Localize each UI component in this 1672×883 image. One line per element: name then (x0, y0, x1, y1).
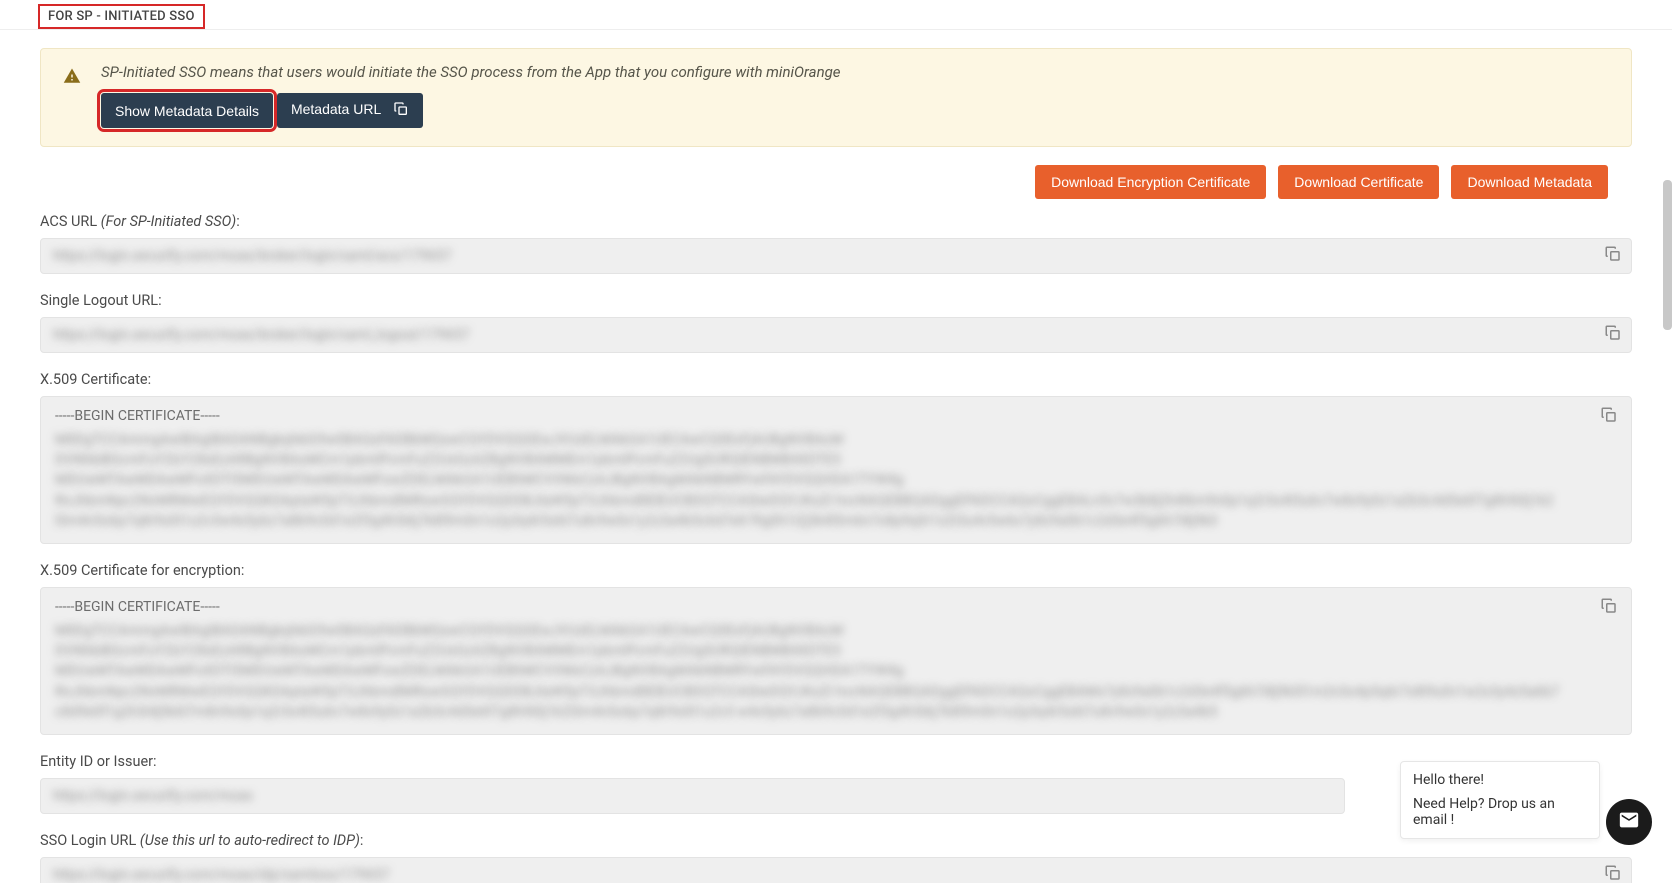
scrollbar-thumb[interactable] (1663, 180, 1672, 330)
info-alert: SP-Initiated SSO means that users would … (40, 48, 1632, 147)
x509-certificate-box[interactable]: -----BEGIN CERTIFICATE----- MIIDgTCCAmmg… (40, 396, 1632, 544)
download-certificate-button[interactable]: Download Certificate (1278, 165, 1439, 199)
copy-icon[interactable] (1600, 597, 1618, 619)
download-encryption-cert-button[interactable]: Download Encryption Certificate (1035, 165, 1266, 199)
entity-id-input[interactable]: https://login.xecurify.com/moas (40, 778, 1345, 814)
entity-id-label: Entity ID or Issuer: (40, 753, 1632, 770)
metadata-url-label: Metadata URL (291, 101, 381, 117)
alert-text: SP-Initiated SSO means that users would … (101, 63, 1609, 81)
acs-url-label: ACS URL (For SP-Initiated SSO): (40, 213, 1632, 230)
acs-url-input[interactable]: https://login.xecurify.com/moas/broker/l… (40, 238, 1632, 274)
chat-popup: Hello there! Need Help? Drop us an email… (1400, 761, 1600, 839)
x509-enc-label: X.509 Certificate for encryption: (40, 562, 1632, 579)
copy-icon[interactable] (1600, 406, 1618, 428)
warning-icon (63, 67, 81, 90)
show-metadata-details-button[interactable]: Show Metadata Details (101, 93, 273, 128)
slo-url-label: Single Logout URL: (40, 292, 1632, 309)
chat-greeting: Hello there! (1413, 772, 1587, 788)
x509-label: X.509 Certificate: (40, 371, 1632, 388)
mail-icon (1618, 809, 1640, 835)
metadata-url-button[interactable]: Metadata URL (277, 93, 423, 128)
copy-icon[interactable] (1604, 324, 1622, 346)
chat-help-text: Need Help? Drop us an email ! (1413, 796, 1587, 828)
x509-encryption-certificate-box[interactable]: -----BEGIN CERTIFICATE----- MIIDgTCCAmmg… (40, 587, 1632, 735)
sso-login-url-input[interactable]: https://login.xecurify.com/moas/idp/saml… (40, 857, 1632, 883)
slo-url-input[interactable]: https://login.xecurify.com/moas/broker/l… (40, 317, 1632, 353)
copy-icon[interactable] (1604, 245, 1622, 267)
chat-button[interactable] (1606, 799, 1652, 845)
copy-icon[interactable] (1604, 864, 1622, 883)
sso-login-url-label: SSO Login URL (Use this url to auto-redi… (40, 832, 1632, 849)
tab-sp-initiated-sso[interactable]: FOR SP - INITIATED SSO (38, 4, 205, 29)
download-metadata-button[interactable]: Download Metadata (1451, 165, 1608, 199)
copy-icon (393, 104, 409, 120)
